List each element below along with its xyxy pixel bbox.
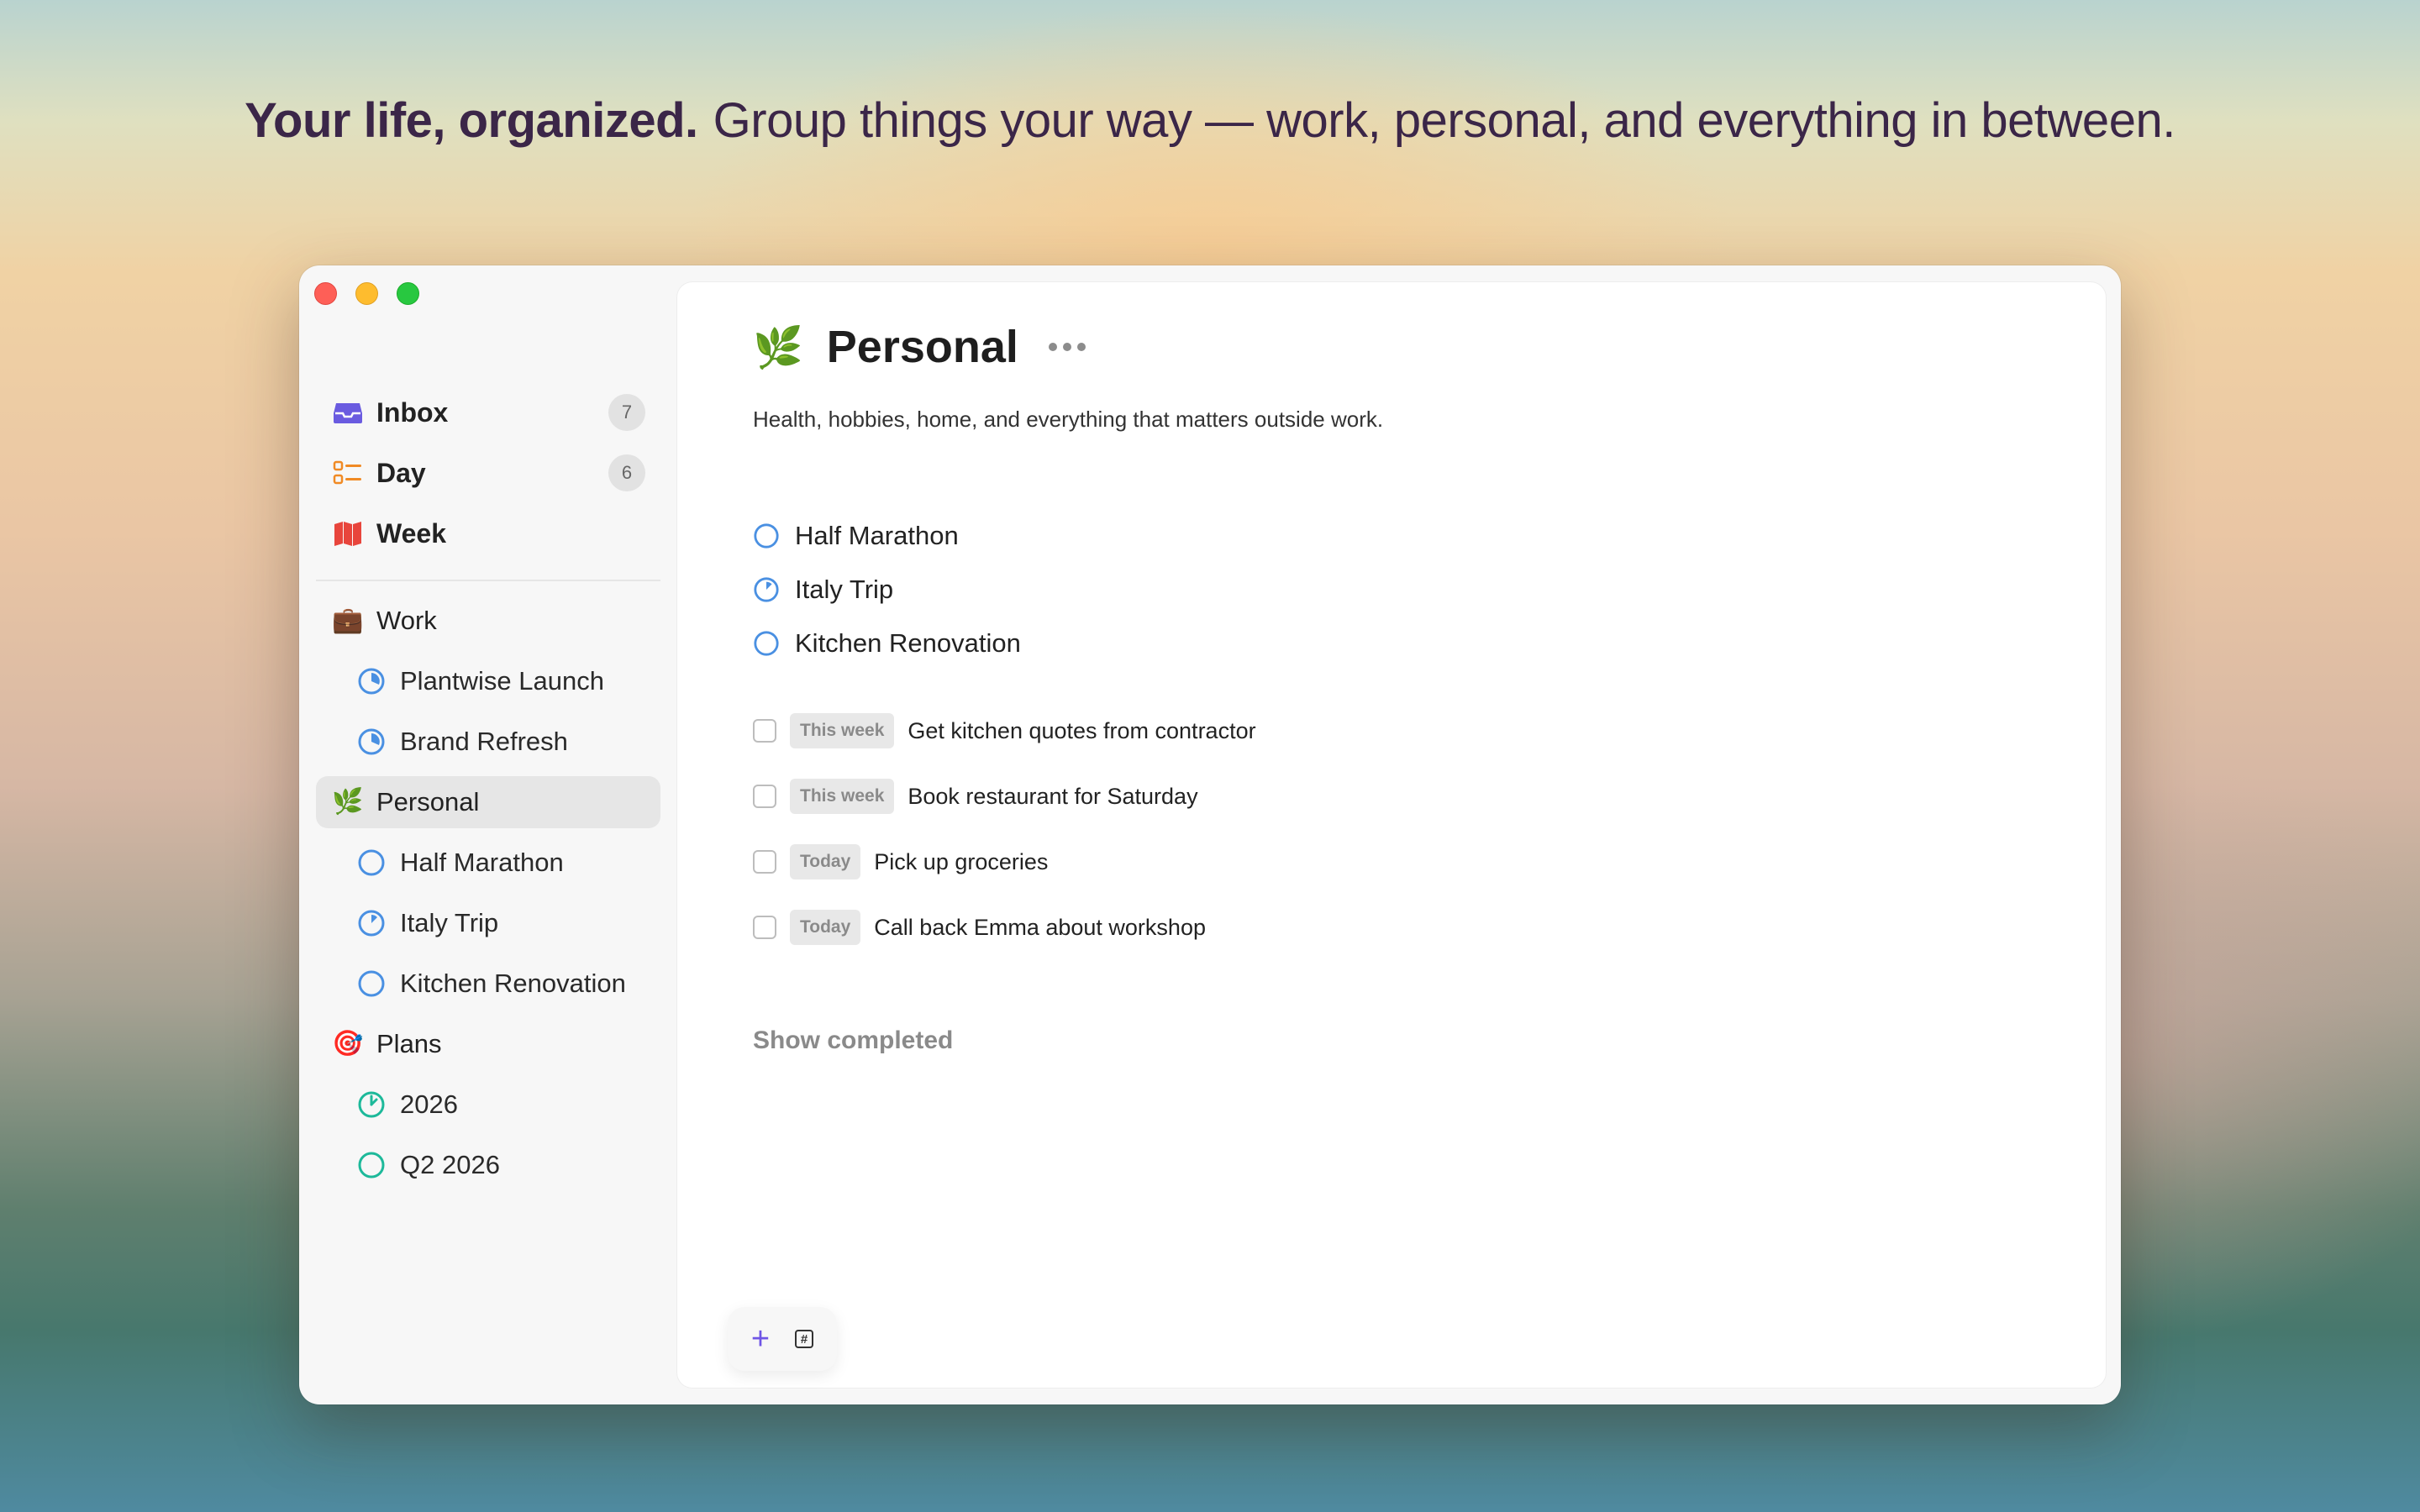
leaf-icon: 🌿 (753, 325, 803, 370)
map-icon (331, 517, 365, 550)
task-checkbox[interactable] (753, 785, 776, 808)
sidebar-item-label: Brand Refresh (400, 727, 568, 756)
sidebar-item-week[interactable]: Week (316, 507, 660, 559)
sidebar: Inbox 7 Day 6 Week 💼 Work Plantwise Laun… (299, 265, 674, 1404)
project-circle-icon (754, 523, 779, 549)
task-checkbox[interactable] (753, 916, 776, 939)
sidebar-item-label: Inbox (376, 396, 449, 428)
project-progress-icon (754, 577, 779, 602)
task-row[interactable]: Today Pick up groceries (753, 843, 1048, 880)
project-row-kitchen-renovation[interactable]: Kitchen Renovation (753, 623, 1021, 664)
sidebar-item-label: Work (376, 606, 437, 635)
task-label[interactable]: Pick up groceries (874, 849, 1048, 875)
due-tag[interactable]: Today (790, 844, 861, 879)
count-badge: 6 (608, 454, 645, 491)
sidebar-divider (316, 580, 660, 581)
headline: Your life, organized. Group things your w… (0, 92, 2420, 149)
task-row[interactable]: This week Get kitchen quotes from contra… (753, 712, 1256, 749)
sidebar-item-italy-trip[interactable]: Italy Trip (339, 897, 660, 949)
due-tag[interactable]: This week (790, 779, 895, 814)
inbox-icon (331, 396, 365, 429)
sidebar-item-label: Kitchen Renovation (400, 969, 626, 998)
sidebar-item-plantwise-launch[interactable]: Plantwise Launch (339, 655, 660, 707)
task-label[interactable]: Get kitchen quotes from contractor (908, 718, 1255, 744)
sidebar-item-label: Plantwise Launch (400, 666, 604, 696)
sidebar-item-work[interactable]: 💼 Work (316, 595, 660, 647)
project-label: Italy Trip (795, 575, 894, 604)
sidebar-item-label: Day (376, 457, 426, 488)
headline-bold: Your life, organized. (245, 93, 698, 148)
sidebar-item-label: Personal (376, 787, 480, 816)
project-progress-icon (355, 725, 388, 759)
sidebar-item-brand-refresh[interactable]: Brand Refresh (339, 716, 660, 768)
project-row-italy-trip[interactable]: Italy Trip (753, 570, 893, 610)
page-description: Health, hobbies, home, and everything th… (753, 407, 1384, 432)
project-circle-icon (355, 846, 388, 879)
project-label: Kitchen Renovation (795, 628, 1021, 658)
task-row[interactable]: Today Call back Emma about workshop (753, 909, 1206, 946)
project-progress-icon (355, 1088, 388, 1121)
project-row-half-marathon[interactable]: Half Marathon (753, 516, 959, 556)
app-window: Inbox 7 Day 6 Week 💼 Work Plantwise Laun… (299, 265, 2121, 1404)
task-row[interactable]: This week Book restaurant for Saturday (753, 778, 1198, 815)
project-label: Half Marathon (795, 521, 959, 550)
task-label[interactable]: Book restaurant for Saturday (908, 784, 1197, 810)
headline-rest: Group things your way — work, personal, … (713, 93, 2176, 148)
page-title: Personal (826, 322, 1018, 372)
target-icon: 🎯 (332, 1030, 364, 1058)
due-tag[interactable]: Today (790, 910, 861, 945)
sidebar-item-half-marathon[interactable]: Half Marathon (339, 837, 660, 889)
show-completed-button[interactable]: Show completed (753, 1026, 953, 1055)
sidebar-item-label: Half Marathon (400, 848, 564, 877)
project-progress-icon (355, 664, 388, 698)
more-options-icon[interactable] (1048, 343, 1086, 351)
sidebar-item-label: 2026 (400, 1089, 458, 1119)
briefcase-icon: 💼 (332, 606, 364, 634)
add-icon[interactable]: + (751, 1323, 770, 1355)
sidebar-item-q2-2026[interactable]: Q2 2026 (339, 1139, 660, 1191)
project-circle-icon (355, 1148, 388, 1182)
sidebar-item-inbox[interactable]: Inbox 7 (316, 386, 660, 438)
project-circle-icon (355, 967, 388, 1000)
sidebar-item-label: Italy Trip (400, 908, 499, 937)
bottom-toolbar: + # (728, 1307, 837, 1371)
sidebar-item-label: Plans (376, 1029, 442, 1058)
task-label[interactable]: Call back Emma about workshop (874, 915, 1206, 941)
project-progress-icon (355, 906, 388, 940)
main-content: 🌿 Personal Health, hobbies, home, and ev… (677, 282, 2106, 1388)
page-header: 🌿 Personal (753, 321, 1086, 373)
sidebar-item-kitchen-renovation[interactable]: Kitchen Renovation (339, 958, 660, 1010)
leaf-icon: 🌿 (332, 788, 364, 816)
sidebar-item-plans[interactable]: 🎯 Plans (316, 1018, 660, 1070)
sidebar-item-personal[interactable]: 🌿 Personal (316, 776, 660, 828)
project-circle-icon (754, 631, 779, 656)
sidebar-item-2026[interactable]: 2026 (339, 1079, 660, 1131)
sidebar-item-label: Q2 2026 (400, 1150, 500, 1179)
sidebar-item-day[interactable]: Day 6 (316, 447, 660, 499)
count-badge: 7 (608, 394, 645, 431)
due-tag[interactable]: This week (790, 713, 895, 748)
sidebar-item-label: Week (376, 517, 447, 549)
tag-icon[interactable]: # (795, 1330, 814, 1348)
task-checkbox[interactable] (753, 850, 776, 874)
list-icon (331, 456, 365, 490)
task-checkbox[interactable] (753, 719, 776, 743)
